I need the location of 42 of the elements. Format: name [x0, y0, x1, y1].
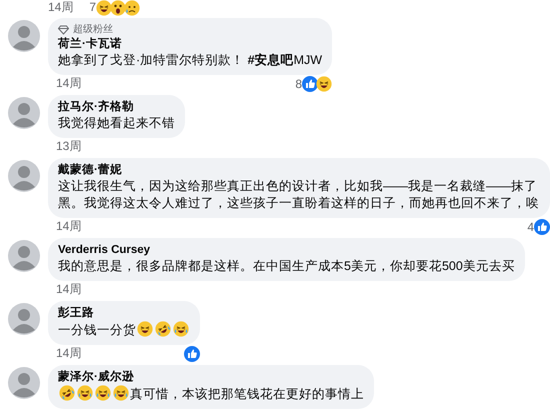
emoji-icon	[137, 321, 153, 337]
author-name[interactable]: Verderris Cursey	[58, 243, 515, 258]
avatar	[8, 240, 40, 272]
author-name[interactable]: 彭王路	[58, 306, 190, 321]
comment-text: 我的意思是，很多品牌都是这样。在中国生产成本5美元，你却要花500美元去买	[58, 259, 515, 273]
haha-reaction-icon	[316, 76, 332, 92]
haha-reaction-icon	[96, 0, 112, 16]
comment-time[interactable]: 14周	[48, 0, 74, 15]
emoji-icon	[155, 321, 171, 337]
sad-reaction-icon	[124, 0, 140, 16]
comment-time[interactable]: 14周	[48, 75, 82, 92]
avatar	[8, 160, 40, 192]
comment-time[interactable]: 14周	[48, 218, 82, 235]
comment-time[interactable]: 14周	[48, 345, 82, 362]
like-icon	[302, 76, 318, 92]
avatar	[8, 303, 40, 335]
like-icon	[184, 346, 200, 362]
emoji-icon	[173, 321, 189, 337]
badge-label: 超级粉丝	[73, 23, 113, 37]
comment-text: 她拿到了戈登·加特雷尔特别款！ #安息吧MJW	[58, 53, 322, 67]
avatar	[8, 367, 40, 399]
comment-text: 真可惜，本该把那笔钱花在更好的事情上	[130, 387, 364, 401]
reaction-count: 8	[295, 76, 302, 90]
comment-text: 这让我很生气，因为这给那些真正出色的设计者，比如我——我是一名裁缝——抹了黑。我觉得这太令人难过了，这些孩子一直盼着这样的日子，而她再也回不来了，唉	[58, 179, 539, 210]
diamond-icon	[58, 25, 69, 35]
author-name[interactable]: 蒙泽尔·威尔逊	[58, 370, 364, 385]
emoji-icon	[59, 385, 75, 401]
avatar	[8, 20, 40, 52]
comment-text: 我觉得她看起来不错	[58, 116, 175, 130]
wow-reaction-icon	[110, 0, 126, 16]
comment-time[interactable]: 13周	[48, 138, 82, 155]
comment-time[interactable]: 14周	[48, 281, 82, 298]
avatar	[8, 97, 40, 129]
reaction-count: 4	[527, 220, 534, 234]
emoji-icon	[113, 385, 129, 401]
author-name[interactable]: 荷兰·卡瓦诺	[58, 37, 322, 52]
reaction-count: 7	[89, 0, 96, 15]
emoji-icon	[95, 385, 111, 401]
comment-text: 一分钱一分货	[58, 323, 136, 337]
author-name[interactable]: 拉马尔·齐格勒	[58, 100, 175, 115]
author-name[interactable]: 戴蒙德·蕾妮	[58, 163, 540, 178]
emoji-icon	[77, 385, 93, 401]
